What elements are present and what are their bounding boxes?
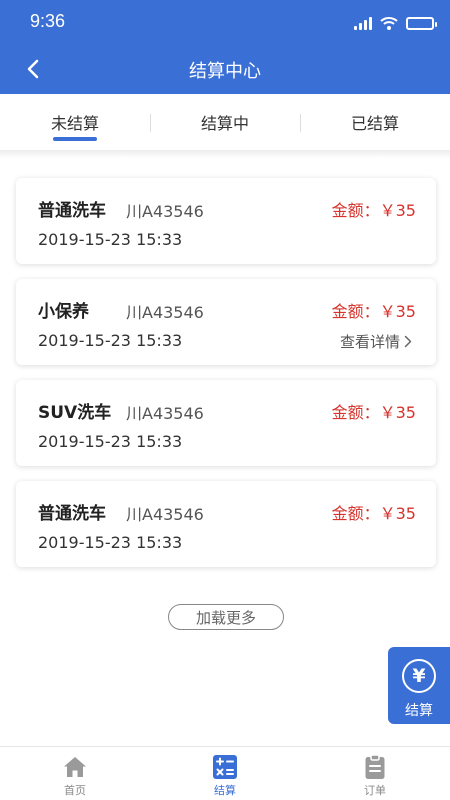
plate-number: 川A43546 [126, 404, 204, 423]
status-icons [354, 16, 437, 30]
bottom-nav-home-label: 首页 [64, 784, 86, 797]
settlement-card[interactable]: 小保养 川A43546 金额：￥35 2019-15-23 15:33 查看详情 [16, 279, 436, 365]
order-time: 2019-15-23 15:33 [38, 432, 183, 451]
tab-divider-shadow [0, 150, 450, 158]
tab-bar: 未结算 结算中 已结算 [0, 94, 450, 150]
app-header: 9:36 结算中心 [0, 0, 450, 94]
battery-icon [406, 16, 437, 30]
amount-label: 金额：￥35 [331, 302, 416, 321]
tab-settled[interactable]: 已结算 [300, 94, 450, 150]
service-name: 小保养 [38, 302, 89, 322]
status-time: 9:36 [30, 11, 66, 31]
bottom-nav-settle-label: 结算 [214, 784, 236, 797]
plate-number: 川A43546 [126, 505, 204, 524]
service-name: 普通洗车 [38, 504, 106, 524]
service-name: 普通洗车 [38, 201, 106, 221]
bottom-nav-orders[interactable]: 订单 [300, 747, 450, 800]
settle-button[interactable]: ¥ 结算 [388, 647, 450, 724]
settlement-card[interactable]: 普通洗车 川A43546 金额：￥35 2019-15-23 15:33 [16, 481, 436, 567]
home-icon [64, 757, 86, 777]
view-details-label: 查看详情 [339, 333, 400, 351]
clipboard-icon [365, 754, 385, 779]
bottom-nav-settle[interactable]: 结算 [150, 747, 300, 800]
tab-settling[interactable]: 结算中 [150, 94, 300, 150]
order-time: 2019-15-23 15:33 [38, 331, 183, 350]
amount-label: 金额：￥35 [331, 403, 416, 422]
calculator-icon [213, 755, 237, 779]
bottom-nav-home[interactable]: 首页 [0, 747, 150, 800]
plate-number: 川A43546 [126, 303, 204, 322]
amount-label: 金额：￥35 [331, 504, 416, 523]
plate-number: 川A43546 [126, 202, 204, 221]
amount-label: 金额：￥35 [331, 201, 416, 220]
settlement-list: 普通洗车 川A43546 金额：￥35 2019-15-23 15:33 小保养… [16, 178, 436, 582]
settle-button-label: 结算 [405, 703, 433, 719]
tab-unsettled[interactable]: 未结算 [0, 94, 150, 150]
order-time: 2019-15-23 15:33 [38, 230, 183, 249]
bottom-nav-orders-label: 订单 [364, 784, 386, 797]
order-time: 2019-15-23 15:33 [38, 533, 183, 552]
chevron-right-icon [404, 335, 412, 348]
settlement-card[interactable]: SUV洗车 川A43546 金额：￥35 2019-15-23 15:33 [16, 380, 436, 466]
page-title: 结算中心 [189, 61, 261, 82]
bottom-nav: 首页 结算 订单 [0, 746, 450, 800]
status-bar: 9:36 [0, 0, 450, 44]
nav-bar: 结算中心 [0, 44, 450, 94]
settlement-card[interactable]: 普通洗车 川A43546 金额：￥35 2019-15-23 15:33 [16, 178, 436, 264]
service-name: SUV洗车 [38, 403, 112, 423]
signal-icon [354, 16, 372, 30]
view-details-link[interactable]: 查看详情 [340, 331, 412, 352]
wifi-icon [380, 17, 398, 30]
yen-icon: ¥ [402, 659, 436, 693]
load-more-button[interactable]: 加载更多 [168, 604, 284, 630]
